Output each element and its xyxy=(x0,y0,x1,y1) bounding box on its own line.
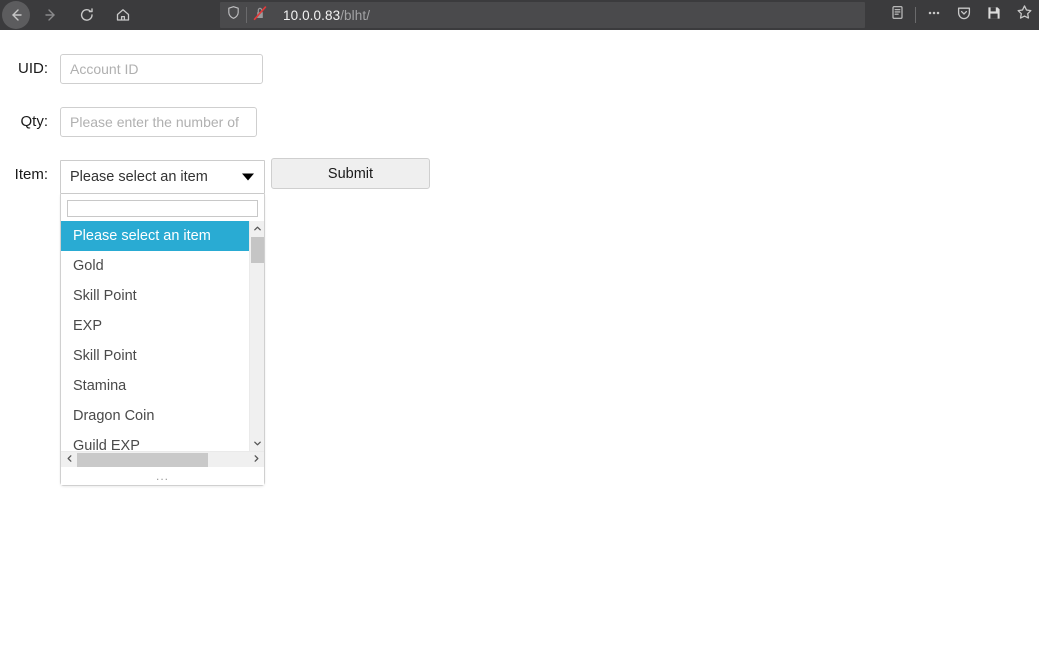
scroll-up-button[interactable] xyxy=(250,221,264,236)
reload-button[interactable] xyxy=(72,0,102,30)
dropdown-list-area: Please select an item Gold Skill Point EXP S… xyxy=(61,221,264,451)
horizontal-scroll-track[interactable] xyxy=(77,452,248,468)
save-page-button[interactable] xyxy=(979,0,1009,30)
uid-input[interactable] xyxy=(60,54,263,84)
pocket-shield-icon xyxy=(956,5,972,26)
item-select-wrapper: Please select an item Please select an i… xyxy=(60,160,265,486)
bookmark-star-icon xyxy=(1016,4,1033,26)
shield-icon-button[interactable] xyxy=(220,2,246,28)
dropdown-option[interactable]: Skill Point xyxy=(61,281,249,311)
item-dropdown-panel: Please select an item Gold Skill Point EXP S… xyxy=(60,194,265,486)
dropdown-option[interactable]: Dragon Coin xyxy=(61,401,249,431)
dropdown-option-list[interactable]: Please select an item Gold Skill Point EXP S… xyxy=(61,221,249,451)
home-button[interactable] xyxy=(108,0,138,30)
home-icon xyxy=(115,7,131,23)
arrow-left-icon xyxy=(8,7,24,23)
dropdown-horizontal-scrollbar[interactable] xyxy=(61,451,264,467)
chevron-up-icon xyxy=(253,221,262,238)
scroll-right-button[interactable] xyxy=(248,452,264,468)
scroll-left-button[interactable] xyxy=(61,452,77,468)
toolbar-separator xyxy=(915,7,916,23)
more-actions-icon xyxy=(926,5,942,26)
bookmark-button[interactable] xyxy=(1009,0,1039,30)
uid-label: UID: xyxy=(18,60,48,77)
dropdown-option[interactable]: EXP xyxy=(61,311,249,341)
vertical-scroll-thumb[interactable] xyxy=(251,237,264,263)
uid-row: UID: xyxy=(0,54,263,84)
dropdown-option[interactable]: Please select an item xyxy=(61,221,249,251)
arrow-right-icon xyxy=(43,7,59,23)
dropdown-search-input[interactable] xyxy=(67,200,258,217)
browser-toolbar: 10.0.0.83/blht/ xyxy=(0,0,1039,30)
qty-label: Qty: xyxy=(20,113,48,130)
save-floppy-icon xyxy=(986,5,1002,26)
qty-input[interactable] xyxy=(60,107,257,137)
dropdown-option[interactable]: Gold xyxy=(61,251,249,281)
item-select-value: Please select an item xyxy=(70,169,208,185)
chevron-left-icon xyxy=(65,454,74,466)
shield-icon xyxy=(226,5,241,25)
dropdown-option[interactable]: Stamina xyxy=(61,371,249,401)
insecure-connection-icon xyxy=(252,5,268,26)
url-host: 10.0.0.83 xyxy=(283,7,341,23)
address-bar[interactable]: 10.0.0.83/blht/ xyxy=(220,2,865,28)
horizontal-scroll-thumb[interactable] xyxy=(77,452,208,467)
scroll-down-button[interactable] xyxy=(250,436,264,451)
dropdown-resize-grip[interactable]: ... xyxy=(61,467,264,485)
back-button[interactable] xyxy=(2,1,30,29)
item-label: Item: xyxy=(14,166,48,183)
reader-view-icon xyxy=(890,5,905,25)
page-content: UID: Qty: Item: Please select an item Pl… xyxy=(0,30,1039,664)
dropdown-option[interactable]: Skill Point xyxy=(61,341,249,371)
item-select[interactable]: Please select an item xyxy=(60,160,265,194)
reload-icon xyxy=(79,7,95,23)
dropdown-vertical-scrollbar[interactable] xyxy=(249,221,264,451)
qty-row: Qty: xyxy=(0,107,257,137)
reader-view-button[interactable] xyxy=(882,0,912,30)
toolbar-right-icons xyxy=(882,0,1039,30)
forward-button[interactable] xyxy=(36,0,66,30)
chevron-down-icon xyxy=(253,435,262,452)
pocket-button[interactable] xyxy=(949,0,979,30)
url-path: /blht/ xyxy=(340,7,371,23)
connection-security-button[interactable] xyxy=(247,2,273,28)
dropdown-option[interactable]: Guild EXP xyxy=(61,431,249,451)
submit-button[interactable]: Submit xyxy=(271,158,430,189)
more-actions-button[interactable] xyxy=(919,0,949,30)
chevron-down-icon xyxy=(242,173,254,181)
chevron-right-icon xyxy=(252,454,261,466)
url-text: 10.0.0.83/blht/ xyxy=(283,8,370,23)
item-row: Item: Please select an item Please selec… xyxy=(0,160,265,486)
